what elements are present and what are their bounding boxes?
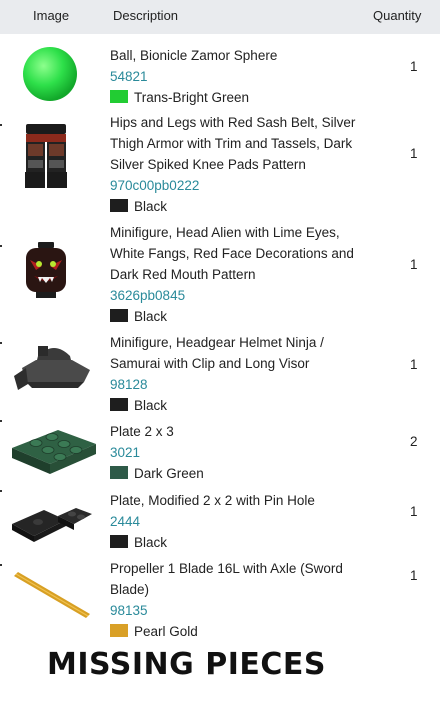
table-row: Ball, Bionicle Zamor Sphere 54821 Trans-… (0, 40, 440, 110)
row-marker (0, 420, 2, 422)
row-marker (0, 564, 2, 566)
item-code-link[interactable]: 98135 (110, 600, 365, 621)
item-name: Ball, Bionicle Zamor Sphere (110, 48, 278, 63)
item-name: Minifigure, Headgear Helmet Ninja / Samu… (110, 335, 324, 371)
item-color: Dark Green (110, 463, 365, 484)
table-header: Image Description Quantity (0, 0, 440, 34)
color-name: Black (134, 398, 168, 413)
table-row: Propeller 1 Blade 16L with Axle (Sword B… (0, 556, 440, 644)
color-name: Black (134, 535, 168, 550)
color-name: Black (134, 309, 168, 324)
item-color: Black (110, 395, 365, 416)
item-quantity: 1 (410, 59, 418, 74)
item-quantity: 2 (410, 434, 418, 449)
table-row: Minifigure, Headgear Helmet Ninja / Samu… (0, 330, 440, 418)
color-name: Black (134, 199, 168, 214)
item-code-link[interactable]: 98128 (110, 374, 365, 395)
item-name: Propeller 1 Blade 16L with Axle (Sword B… (110, 561, 343, 597)
color-name: Trans-Bright Green (134, 90, 250, 105)
table-row: Plate 2 x 3 3021 Dark Green 2 (0, 418, 440, 488)
green-sphere-icon[interactable] (10, 43, 90, 105)
color-swatch (110, 199, 128, 212)
item-quantity: 1 (410, 568, 418, 583)
column-header-quantity: Quantity (373, 8, 422, 23)
samurai-helmet-icon[interactable] (8, 338, 100, 398)
color-swatch (110, 309, 128, 322)
item-quantity: 1 (410, 146, 418, 161)
table-row: Minifigure, Head Alien with Lime Eyes, W… (0, 220, 440, 330)
item-code-link[interactable]: 970c00pb0222 (110, 175, 365, 196)
color-swatch (110, 535, 128, 548)
row-marker (0, 124, 2, 126)
item-code-link[interactable]: 54821 (110, 66, 365, 87)
item-color: Trans-Bright Green (110, 87, 365, 108)
item-color: Pearl Gold (110, 621, 365, 642)
minifig-head-icon[interactable] (22, 240, 70, 300)
item-name: Plate 2 x 3 (110, 424, 174, 439)
color-name: Pearl Gold (134, 624, 198, 639)
color-swatch (110, 466, 128, 479)
color-name: Dark Green (134, 466, 204, 481)
column-header-image: Image (33, 8, 70, 23)
item-name: Minifigure, Head Alien with Lime Eyes, W… (110, 225, 354, 282)
plate-pin-hole-icon[interactable] (6, 490, 98, 550)
minifig-legs-icon[interactable] (20, 122, 72, 194)
item-color: Black (110, 532, 365, 553)
item-quantity: 1 (410, 357, 418, 372)
row-marker (0, 342, 2, 344)
row-marker (0, 245, 2, 247)
row-marker (0, 490, 2, 492)
sword-blade-icon[interactable] (6, 564, 96, 624)
color-swatch (110, 90, 128, 103)
item-code-link[interactable]: 2444 (110, 511, 365, 532)
column-header-description: Description (113, 8, 179, 23)
item-quantity: 1 (410, 257, 418, 272)
item-code-link[interactable]: 3021 (110, 442, 365, 463)
item-code-link[interactable]: 3626pb0845 (110, 285, 365, 306)
item-color: Black (110, 196, 365, 217)
table-row: Hips and Legs with Red Sash Belt, Silver… (0, 110, 440, 220)
item-name: Hips and Legs with Red Sash Belt, Silver… (110, 115, 356, 172)
color-swatch (110, 398, 128, 411)
caption-text: MISSING PIECES (47, 647, 326, 682)
item-name: Plate, Modified 2 x 2 with Pin Hole (110, 493, 315, 508)
color-swatch (110, 624, 128, 637)
plate-2x3-icon[interactable] (8, 424, 100, 478)
item-color: Black (110, 306, 365, 327)
table-row: Plate, Modified 2 x 2 with Pin Hole 2444… (0, 488, 440, 556)
item-quantity: 1 (410, 504, 418, 519)
